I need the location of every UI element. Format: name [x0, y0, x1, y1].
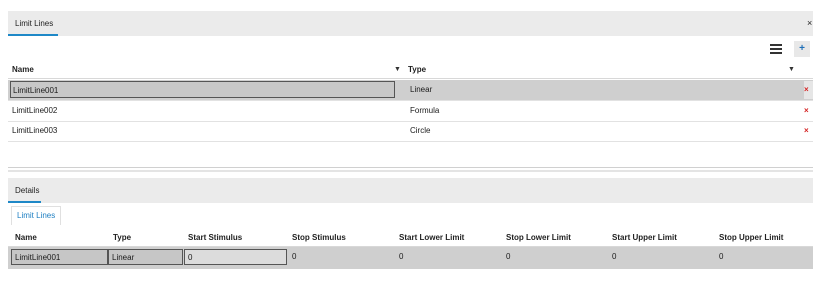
tab-details[interactable]: Details	[8, 178, 46, 203]
details-row[interactable]: LimitLine001 Linear 0 0 0 0 0 0	[8, 247, 813, 269]
column-header-name[interactable]: Name	[12, 61, 34, 78]
start-lower-limit-field[interactable]: 0	[396, 249, 500, 265]
detail-name-cell[interactable]: LimitLine001	[11, 249, 108, 265]
stop-stimulus-field[interactable]: 0	[289, 249, 393, 265]
subtab-limit-lines[interactable]: Limit Lines	[11, 206, 62, 225]
tab-limit-lines[interactable]: Limit Lines	[8, 11, 60, 36]
column-header-stop-lower-limit[interactable]: Stop Lower Limit	[506, 229, 571, 246]
row-name-cell[interactable]: LimitLine002	[12, 101, 57, 121]
stop-lower-limit-field[interactable]: 0	[503, 249, 607, 265]
hamburger-menu-icon[interactable]	[770, 44, 782, 54]
column-header-start-lower-limit[interactable]: Start Lower Limit	[399, 229, 464, 246]
column-header-stop-upper-limit[interactable]: Stop Upper Limit	[719, 229, 783, 246]
limit-lines-tabbar: Limit Lines ×	[8, 11, 813, 36]
detail-type-cell[interactable]: Linear	[108, 249, 183, 265]
add-limit-line-button[interactable]: +	[794, 41, 810, 57]
filter-icon[interactable]: ▼	[788, 61, 795, 78]
close-icon[interactable]: ×	[807, 11, 813, 36]
tab-active-indicator	[8, 201, 41, 203]
limit-lines-grid-header: Name ▼ Type ▼	[8, 61, 813, 79]
grid-empty-area	[8, 141, 813, 168]
row-type-cell[interactable]: Linear	[410, 80, 432, 100]
column-header-name[interactable]: Name	[15, 229, 37, 246]
row-name-cell[interactable]: LimitLine003	[12, 121, 57, 141]
delete-icon[interactable]: ×	[804, 102, 813, 120]
tab-limit-lines-label: Limit Lines	[15, 19, 54, 28]
start-stimulus-field[interactable]: 0	[184, 249, 287, 265]
column-header-stop-stimulus[interactable]: Stop Stimulus	[292, 229, 346, 246]
table-row[interactable]: LimitLine002 Formula ×	[8, 101, 813, 122]
details-tabbar: Details	[8, 178, 813, 203]
column-header-start-stimulus[interactable]: Start Stimulus	[188, 229, 242, 246]
delete-icon[interactable]: ×	[804, 81, 813, 99]
column-header-start-upper-limit[interactable]: Start Upper Limit	[612, 229, 677, 246]
row-type-cell[interactable]: Circle	[410, 121, 430, 141]
column-header-type[interactable]: Type	[113, 229, 131, 246]
tab-active-indicator	[8, 34, 58, 36]
start-upper-limit-field[interactable]: 0	[609, 249, 713, 265]
filter-icon[interactable]: ▼	[394, 61, 401, 78]
table-row[interactable]: LimitLine001 Linear ×	[8, 80, 813, 101]
panel-splitter[interactable]	[8, 170, 813, 172]
column-header-type[interactable]: Type	[408, 61, 426, 78]
stop-upper-limit-field[interactable]: 0	[716, 249, 813, 265]
row-type-cell[interactable]: Formula	[410, 101, 439, 121]
tab-details-label: Details	[15, 186, 40, 195]
delete-icon[interactable]: ×	[804, 122, 813, 140]
details-grid-header: Name Type Start Stimulus Stop Stimulus S…	[8, 229, 813, 247]
row-name-cell[interactable]: LimitLine001	[10, 81, 395, 98]
table-row[interactable]: LimitLine003 Circle ×	[8, 121, 813, 142]
